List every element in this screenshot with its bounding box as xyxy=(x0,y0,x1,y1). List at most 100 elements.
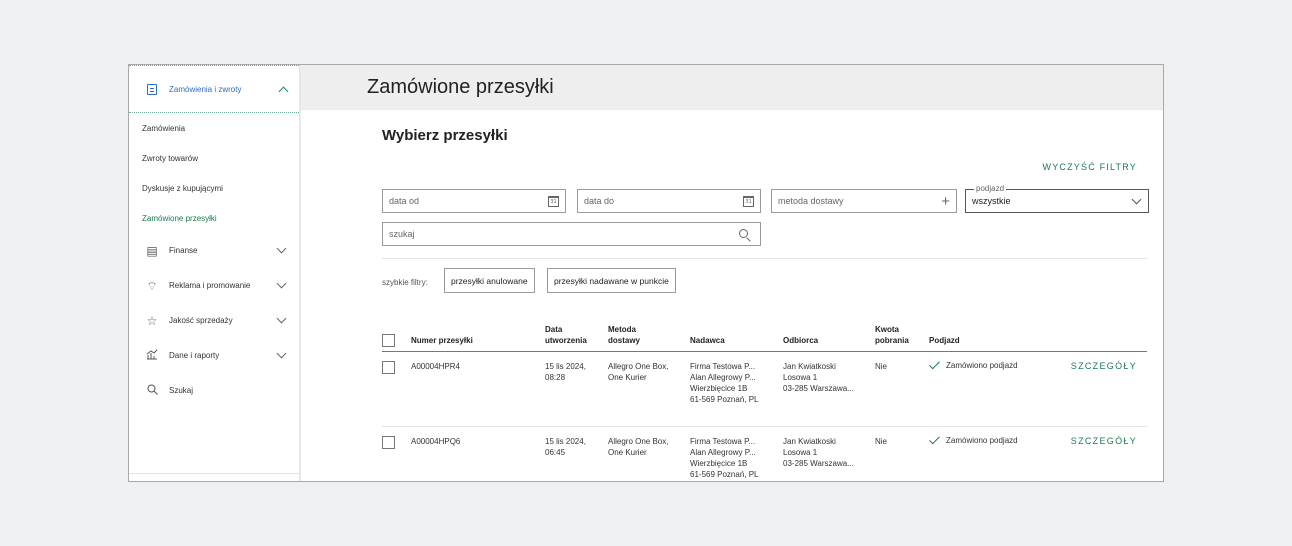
sidebar-item-sales-quality[interactable]: ☆ Jakość sprzedaży xyxy=(129,303,299,338)
recipient-line2: Losowa 1 xyxy=(783,448,818,457)
chart-icon xyxy=(145,349,159,362)
sender-line3: Wierzbięcice 1B xyxy=(690,384,748,393)
header-method[interactable]: Metoda dostawy xyxy=(608,324,640,346)
sender-line4: 61-569 Poznań, PL xyxy=(690,470,759,479)
select-all-checkbox[interactable] xyxy=(382,334,395,347)
header-number[interactable]: Numer przesyłki xyxy=(411,335,473,346)
delivery-method-field[interactable]: metoda dostawy + xyxy=(771,189,957,213)
sidebar-item-label: Dane i raporty xyxy=(169,351,220,360)
header-pickup[interactable]: Podjazd xyxy=(929,335,960,346)
sidebar-section-orders-returns[interactable]: Zamówienia i zwroty xyxy=(129,65,299,113)
sender-line2: Alan Allegrowy P... xyxy=(690,373,756,382)
shipment-number: A00004HPR4 xyxy=(411,362,460,371)
chip-dropoff-shipments[interactable]: przesyłki nadawane w punkcie xyxy=(547,268,676,293)
document-icon xyxy=(147,83,157,95)
delivery-method-line1: Allegro One Box, xyxy=(608,362,669,371)
sidebar-item-orders[interactable]: Zamówienia xyxy=(129,113,299,143)
delivery-method-placeholder: metoda dostawy xyxy=(778,196,844,206)
sidebar-item-label: Jakość sprzedaży xyxy=(169,316,233,325)
details-link[interactable]: SZCZEGÓŁY xyxy=(1071,361,1137,371)
app-window: Zamówienia i zwroty Zamówienia Zwroty to… xyxy=(128,64,1164,482)
sender-line2: Alan Allegrowy P... xyxy=(690,448,756,457)
sender-line1: Firma Testowa P... xyxy=(690,362,756,371)
page-header: Zamówione przesyłki xyxy=(301,65,1163,110)
pickup-status: Zamówiono podjazd xyxy=(927,358,1018,371)
checkmark-icon xyxy=(929,358,940,370)
delivery-method-line2: One Kurier xyxy=(608,373,647,382)
filters-card: Wybierz przesyłki WYCZYŚĆ FILTRY data od… xyxy=(382,110,1149,481)
details-link[interactable]: SZCZEGÓŁY xyxy=(1071,436,1137,446)
recipient-address: Jan Kwiatkoski Losowa 1 03-285 Warszawa.… xyxy=(783,436,854,469)
sidebar-divider xyxy=(129,473,299,474)
sidebar-item-buyer-discussions[interactable]: Dyskusje z kupującymi xyxy=(129,173,299,203)
created-date: 15 lis 2024, 08:28 xyxy=(545,361,586,383)
cod-amount: Nie xyxy=(875,437,888,446)
search-input[interactable]: szukaj xyxy=(382,222,761,246)
header-cod-line2: pobrania xyxy=(875,336,909,345)
header-created-line1: Data xyxy=(545,325,563,334)
created-date-line2: 06:45 xyxy=(545,448,566,457)
sidebar-item-search[interactable]: Szukaj xyxy=(129,373,299,408)
table-header: Numer przesyłki Data utworzenia Metoda d… xyxy=(382,316,1147,352)
pickup-value: wszystkie xyxy=(972,196,1011,206)
sender-line1: Firma Testowa P... xyxy=(690,437,756,446)
calendar-icon[interactable]: 31 xyxy=(743,195,754,207)
sidebar: Zamówienia i zwroty Zamówienia Zwroty to… xyxy=(129,65,300,481)
header-created-line2: utworzenia xyxy=(545,336,587,345)
sidebar-item-ordered-shipments[interactable]: Zamówione przesyłki xyxy=(129,203,299,233)
date-from-field[interactable]: data od 31 xyxy=(382,189,566,213)
header-method-line1: Metoda xyxy=(608,325,636,334)
date-to-placeholder: data do xyxy=(584,196,615,206)
delivery-method-line2: One Kurier xyxy=(608,448,647,457)
created-date-line1: 15 lis 2024, xyxy=(545,437,586,446)
pickup-select[interactable]: podjazd wszystkie xyxy=(965,184,1149,213)
sidebar-item-label: Szukaj xyxy=(169,386,194,395)
search-icon[interactable] xyxy=(739,228,748,238)
table-row: A00004HPQ6 15 lis 2024, 06:45 Allegro On… xyxy=(382,427,1147,481)
header-cod-line1: Kwota xyxy=(875,325,899,334)
table-row: A00004HPR4 15 lis 2024, 08:28 Allegro On… xyxy=(382,352,1147,427)
sidebar-item-data-reports[interactable]: Dane i raporty xyxy=(129,338,299,373)
delivery-method: Allegro One Box, One Kurier xyxy=(608,436,668,458)
chevron-down-icon xyxy=(1131,194,1142,204)
row-checkbox[interactable] xyxy=(382,436,395,449)
recipient-address: Jan Kwiatkoski Losowa 1 03-285 Warszawa.… xyxy=(783,361,854,394)
created-date-line2: 08:28 xyxy=(545,373,566,382)
row-checkbox[interactable] xyxy=(382,361,395,374)
calendar-icon[interactable]: 31 xyxy=(548,195,559,207)
header-created[interactable]: Data utworzenia xyxy=(545,324,587,346)
filters-heading: Wybierz przesyłki xyxy=(382,127,508,144)
sidebar-item-finance[interactable]: ▤ Finanse xyxy=(129,233,299,268)
pickup-label: podjazd xyxy=(974,184,1007,193)
sender-line4: 61-569 Poznań, PL xyxy=(690,395,759,404)
sender-address: Firma Testowa P... Alan Allegrowy P... W… xyxy=(690,361,759,405)
sender-line3: Wierzbięcice 1B xyxy=(690,459,748,468)
recipient-line1: Jan Kwiatkoski xyxy=(783,362,836,371)
tag-icon: ⌔ xyxy=(146,278,158,293)
chevron-down-icon xyxy=(276,348,287,359)
sidebar-section-label: Zamówienia i zwroty xyxy=(169,84,242,94)
recipient-line2: Losowa 1 xyxy=(783,373,818,382)
star-icon: ☆ xyxy=(146,313,158,328)
pickup-status-text: Zamówiono podjazd xyxy=(946,361,1018,370)
plus-icon[interactable]: + xyxy=(941,194,950,209)
sidebar-item-advertising[interactable]: ⌔ Reklama i promowanie xyxy=(129,268,299,303)
sidebar-item-label: Finanse xyxy=(169,246,198,255)
recipient-line3: 03-285 Warszawa... xyxy=(783,384,854,393)
pickup-status-text: Zamówiono podjazd xyxy=(946,436,1018,445)
sidebar-item-returns[interactable]: Zwroty towarów xyxy=(129,143,299,173)
sidebar-item-label: Reklama i promowanie xyxy=(169,281,251,290)
chevron-down-icon xyxy=(276,313,287,324)
header-cod[interactable]: Kwota pobrania xyxy=(875,324,909,346)
header-recipient[interactable]: Odbiorca xyxy=(783,335,818,346)
clear-filters-button[interactable]: WYCZYŚĆ FILTRY xyxy=(1043,162,1137,172)
chevron-up-icon[interactable] xyxy=(278,86,289,96)
date-from-placeholder: data od xyxy=(389,196,420,206)
checkmark-icon xyxy=(929,433,940,445)
chip-cancelled-shipments[interactable]: przesyłki anulowane xyxy=(444,268,535,293)
delivery-method-line1: Allegro One Box, xyxy=(608,437,669,446)
header-sender[interactable]: Nadawca xyxy=(690,335,725,346)
date-to-field[interactable]: data do 31 xyxy=(577,189,761,213)
created-date-line1: 15 lis 2024, xyxy=(545,362,586,371)
main-content: Zamówione przesyłki Wybierz przesyłki WY… xyxy=(301,65,1163,481)
